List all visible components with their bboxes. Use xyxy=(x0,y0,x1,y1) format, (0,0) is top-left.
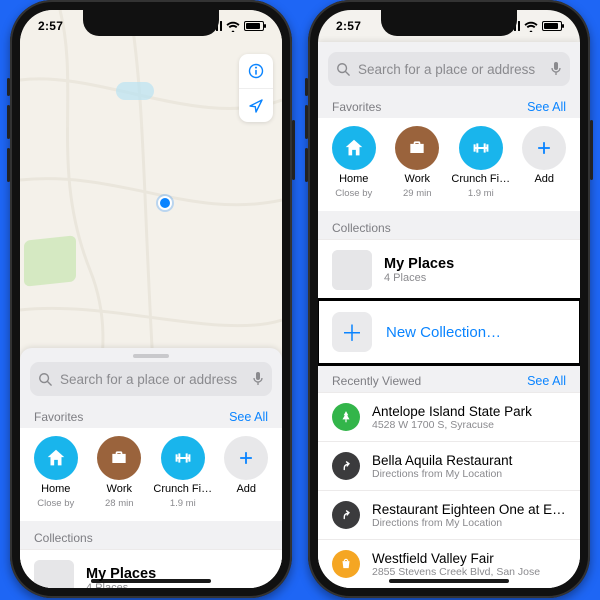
recent-header: Recently Viewed xyxy=(332,374,421,388)
favorite-gym[interactable]: Crunch Fi… 1.9 mi xyxy=(151,430,215,515)
map-info-button[interactable] xyxy=(239,54,273,88)
favorite-label: Add xyxy=(236,483,256,495)
favorite-work[interactable]: Work 28 min xyxy=(88,430,152,515)
search-input[interactable] xyxy=(356,61,544,78)
favorite-label: Add xyxy=(534,173,554,185)
favorite-home[interactable]: Home Close by xyxy=(322,120,386,205)
directions-icon xyxy=(332,501,360,529)
dumbbell-icon xyxy=(459,126,503,170)
plus-icon xyxy=(522,126,566,170)
recent-sub: 2855 Stevens Creek Blvd, San Jose xyxy=(372,566,566,578)
favorite-label: Crunch Fi… xyxy=(451,173,510,185)
favorite-add[interactable]: Add xyxy=(215,430,279,515)
plus-icon xyxy=(224,436,268,480)
home-indicator[interactable] xyxy=(389,579,509,583)
sheet-grabber[interactable] xyxy=(133,354,169,358)
favorite-label: Home xyxy=(339,173,368,185)
recent-item[interactable]: Restaurant Eighteen One at Eagl… Directi… xyxy=(318,490,580,539)
recent-item[interactable]: Antelope Island State Park 4528 W 1700 S… xyxy=(318,392,580,441)
wifi-icon xyxy=(524,21,538,31)
home-icon xyxy=(34,436,78,480)
briefcase-icon xyxy=(395,126,439,170)
favorites-see-all[interactable]: See All xyxy=(527,100,566,114)
favorite-work[interactable]: Work 29 min xyxy=(386,120,450,205)
favorite-label: Work xyxy=(405,173,430,185)
plus-icon: ＋ xyxy=(332,312,372,352)
dictation-icon[interactable] xyxy=(252,371,264,387)
battery-icon xyxy=(542,21,562,31)
favorite-sub: 1.9 mi xyxy=(468,188,494,199)
collection-thumb-icon xyxy=(332,250,372,290)
wifi-icon xyxy=(226,21,240,31)
search-field[interactable] xyxy=(328,52,570,86)
collection-my-places[interactable]: My Places 4 Places xyxy=(318,239,580,300)
favorite-label: Home xyxy=(41,483,70,495)
recent-title: Bella Aquila Restaurant xyxy=(372,453,566,468)
search-sheet[interactable]: Favorites See All Home Close by Work 28 … xyxy=(20,348,282,588)
collection-sub: 4 Places xyxy=(384,272,454,284)
status-time: 2:57 xyxy=(38,19,63,33)
favorite-label: Work xyxy=(107,483,132,495)
search-input[interactable] xyxy=(58,371,246,388)
favorites-header: Favorites xyxy=(332,100,381,114)
collections-header: Collections xyxy=(318,211,580,239)
battery-icon xyxy=(244,21,264,31)
dumbbell-icon xyxy=(161,436,205,480)
new-collection-button[interactable]: ＋ New Collection… xyxy=(318,300,580,364)
dictation-icon[interactable] xyxy=(550,61,562,77)
favorite-label: Crunch Fi… xyxy=(153,483,212,495)
notch xyxy=(381,10,517,36)
search-sheet-expanded[interactable]: Favorites See All Home Close by Work 29 … xyxy=(318,42,580,588)
search-field[interactable] xyxy=(30,362,272,396)
favorite-gym[interactable]: Crunch Fi… 1.9 mi xyxy=(449,120,513,205)
phone-left: 2:57 ↗ xyxy=(10,0,292,598)
favorite-sub: 1.9 mi xyxy=(170,498,196,509)
shopping-pin-icon xyxy=(332,550,360,578)
briefcase-icon xyxy=(97,436,141,480)
new-collection-label: New Collection… xyxy=(386,324,501,341)
favorite-sub: Close by xyxy=(335,188,372,199)
search-icon xyxy=(38,372,52,386)
recent-title: Restaurant Eighteen One at Eagl… xyxy=(372,502,566,517)
collection-title: My Places xyxy=(384,256,454,272)
home-indicator[interactable] xyxy=(91,579,211,583)
recent-sub: Directions from My Location xyxy=(372,468,566,480)
map-locate-button[interactable] xyxy=(239,88,273,122)
recent-title: Antelope Island State Park xyxy=(372,404,566,419)
home-icon xyxy=(332,126,376,170)
notch xyxy=(83,10,219,36)
recent-item[interactable]: Bella Aquila Restaurant Directions from … xyxy=(318,441,580,490)
favorite-sub: 28 min xyxy=(105,498,134,509)
recent-sub: 4528 W 1700 S, Syracuse xyxy=(372,419,566,431)
recent-title: Westfield Valley Fair xyxy=(372,551,566,566)
phone-right: 2:57 ↗ Favorites Se xyxy=(308,0,590,598)
favorite-sub: Close by xyxy=(37,498,74,509)
favorite-sub: 29 min xyxy=(403,188,432,199)
current-location-dot xyxy=(158,196,172,210)
favorites-header: Favorites xyxy=(34,410,83,424)
favorite-add[interactable]: Add xyxy=(513,120,577,205)
recent-see-all[interactable]: See All xyxy=(527,374,566,388)
status-time: 2:57 xyxy=(336,19,361,33)
search-icon xyxy=(336,62,350,76)
collections-header: Collections xyxy=(20,521,282,549)
favorites-see-all[interactable]: See All xyxy=(229,410,268,424)
recent-sub: Directions from My Location xyxy=(372,517,566,529)
favorite-home[interactable]: Home Close by xyxy=(24,430,88,515)
collection-thumb-icon xyxy=(34,560,74,588)
park-pin-icon xyxy=(332,403,360,431)
directions-icon xyxy=(332,452,360,480)
